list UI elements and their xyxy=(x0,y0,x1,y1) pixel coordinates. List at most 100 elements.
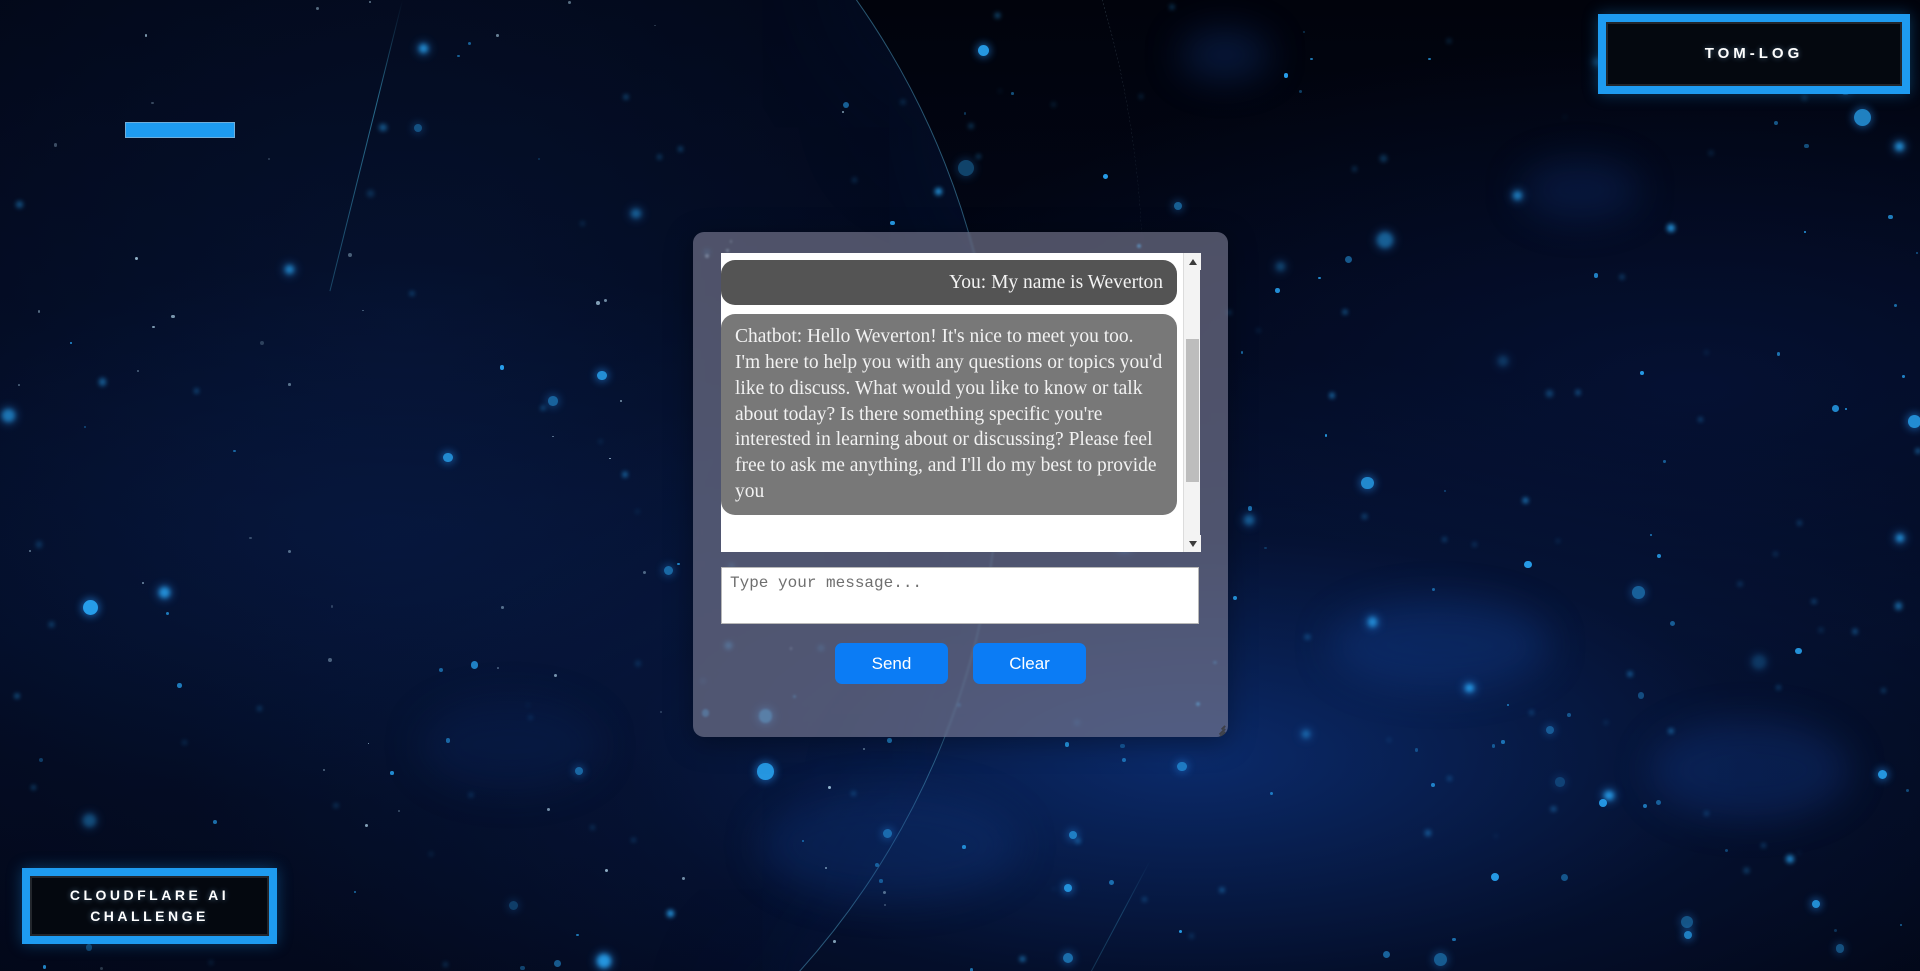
background-particle xyxy=(1178,929,1182,933)
background-particle xyxy=(1270,791,1274,795)
background-particle xyxy=(379,123,387,132)
background-star xyxy=(315,6,319,10)
background-particle xyxy=(1011,92,1014,95)
background-particle xyxy=(1546,390,1553,397)
background-star xyxy=(171,314,175,319)
background-particle xyxy=(1447,776,1451,780)
background-star xyxy=(882,890,887,894)
background-particle xyxy=(934,187,942,195)
scroll-up-button[interactable] xyxy=(1184,253,1201,270)
background-particle xyxy=(509,900,518,910)
background-star xyxy=(287,549,292,553)
background-particle xyxy=(842,101,849,108)
glow-blob xyxy=(760,790,1020,900)
send-button[interactable]: Send xyxy=(835,643,948,684)
background-particle xyxy=(1776,685,1780,690)
clear-button[interactable]: Clear xyxy=(973,643,1086,684)
background-particle xyxy=(445,738,451,743)
background-particle xyxy=(1628,672,1632,676)
background-particle xyxy=(258,707,261,710)
background-star xyxy=(29,550,31,552)
background-particle xyxy=(1795,647,1802,655)
background-particle xyxy=(334,803,338,807)
background-star xyxy=(364,823,368,827)
background-star xyxy=(288,383,291,386)
background-particle xyxy=(1916,448,1920,453)
background-particle xyxy=(679,147,683,151)
chat-message-log[interactable]: specific you'd like to know or discuss?Y… xyxy=(721,253,1199,552)
background-star xyxy=(642,571,646,575)
background-particle xyxy=(182,740,186,745)
background-particle xyxy=(1632,586,1645,600)
background-particle xyxy=(1555,777,1565,787)
background-star xyxy=(596,300,601,305)
background-star xyxy=(547,807,551,811)
glow-blob xyxy=(1520,160,1640,220)
background-particle xyxy=(882,828,892,838)
glow-blob xyxy=(1650,720,1850,820)
background-particle xyxy=(1744,867,1749,873)
background-particle xyxy=(1120,744,1125,749)
background-particle xyxy=(1637,692,1645,699)
background-particle xyxy=(1522,497,1528,503)
background-particle xyxy=(1062,952,1073,963)
chat-log-scrollbar[interactable] xyxy=(1183,253,1201,552)
background-particle xyxy=(1705,812,1708,816)
background-particle xyxy=(581,221,585,225)
badge-cloudflare-ai-challenge[interactable]: CLOUDFLARE AI CHALLENGE xyxy=(22,868,277,944)
background-particle xyxy=(1491,744,1496,748)
background-particle xyxy=(1189,934,1193,938)
background-particle xyxy=(977,155,980,158)
background-particle xyxy=(1275,288,1280,293)
background-particle xyxy=(1894,602,1902,610)
message-input[interactable] xyxy=(721,567,1199,624)
background-particle xyxy=(657,155,662,159)
background-particle xyxy=(597,954,611,968)
background-particle xyxy=(1852,629,1858,634)
background-particle xyxy=(1599,798,1607,807)
background-particle xyxy=(1109,879,1115,885)
background-particle xyxy=(209,961,213,964)
scroll-down-button[interactable] xyxy=(1184,535,1201,552)
background-particle xyxy=(1244,514,1254,525)
background-particle xyxy=(969,124,973,128)
background-particle xyxy=(1069,830,1078,839)
background-particle xyxy=(1902,375,1905,378)
background-particle xyxy=(1704,350,1708,354)
background-particle xyxy=(1361,513,1367,519)
background-star xyxy=(144,34,147,37)
background-particle xyxy=(1670,620,1675,626)
background-star xyxy=(841,110,844,113)
chatbot-panel: specific you'd like to know or discuss?Y… xyxy=(693,232,1228,737)
app-background: TOM-LOG CLOUDFLARE AI CHALLENGE specific… xyxy=(0,0,1920,971)
panel-resize-handle[interactable] xyxy=(1212,721,1226,737)
background-particle xyxy=(901,99,905,104)
background-particle xyxy=(1121,757,1126,762)
background-particle xyxy=(1667,224,1675,233)
background-particle xyxy=(1773,120,1778,125)
background-particle xyxy=(597,370,607,380)
background-particle xyxy=(438,667,443,673)
background-particle xyxy=(1452,937,1456,942)
background-particle xyxy=(554,959,562,967)
background-particle xyxy=(632,838,635,842)
background-particle xyxy=(1240,350,1244,354)
background-particle xyxy=(1812,599,1816,604)
background-particle xyxy=(1367,617,1378,627)
background-particle xyxy=(631,208,641,219)
background-particle xyxy=(963,112,966,115)
background-particle xyxy=(16,201,23,208)
background-particle xyxy=(85,944,93,951)
background-particle xyxy=(1318,277,1321,280)
background-star xyxy=(330,605,334,608)
badge-inner-frame: CLOUDFLARE AI CHALLENGE xyxy=(30,876,269,936)
background-particle xyxy=(1524,560,1532,569)
accent-bar xyxy=(125,122,235,138)
scrollbar-thumb[interactable] xyxy=(1186,339,1199,482)
background-particle xyxy=(995,13,1000,18)
background-particle xyxy=(1473,543,1476,546)
badge-tom-log[interactable]: TOM-LOG xyxy=(1598,14,1910,94)
background-particle xyxy=(519,965,525,971)
background-particle xyxy=(1836,944,1845,953)
background-particle xyxy=(1264,546,1267,549)
